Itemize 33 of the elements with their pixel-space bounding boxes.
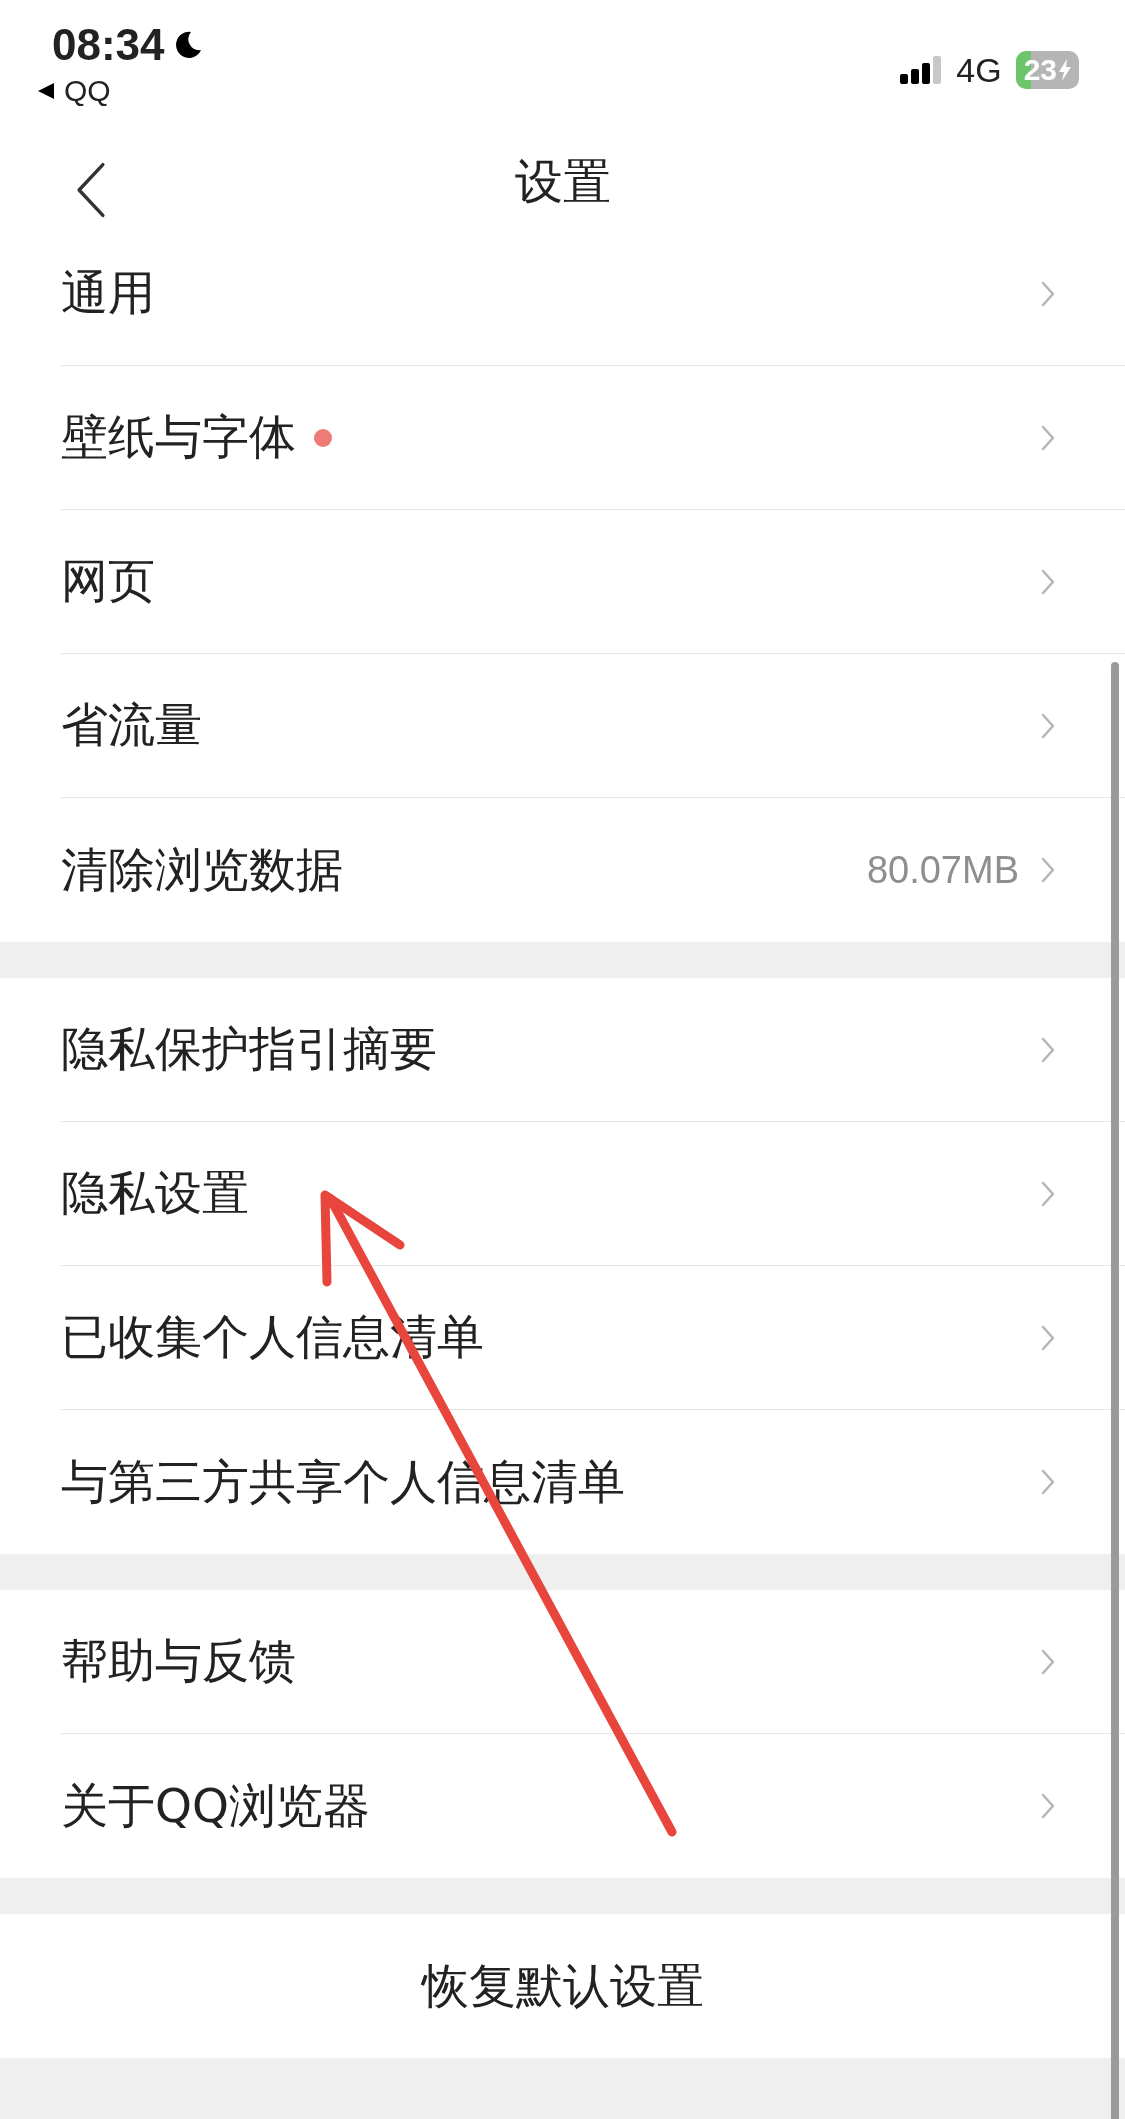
row-label: 隐私设置: [61, 1164, 249, 1222]
row-label: 隐私保护指引摘要: [61, 1020, 437, 1078]
settings-row[interactable]: 关于QQ浏览器: [61, 1734, 1125, 1878]
row-label: 帮助与反馈: [61, 1632, 296, 1690]
settings-row[interactable]: 通用: [61, 222, 1125, 366]
chevron-icon: [1041, 1469, 1055, 1495]
chevron-icon: [1041, 1648, 1055, 1675]
page-title: 设置: [514, 152, 611, 211]
settings-row[interactable]: 清除浏览数据 80.07MB: [61, 798, 1125, 942]
chevron-icon: [1041, 1793, 1055, 1819]
chevron-icon: [1041, 1036, 1055, 1063]
row-label: 清除浏览数据: [61, 840, 343, 899]
chevron-icon: [1041, 712, 1055, 739]
restore-defaults-button[interactable]: 恢复默认设置: [0, 1914, 1125, 2058]
status-time: 08:34: [52, 20, 165, 70]
row-label: 通用: [61, 264, 155, 322]
row-label: 网页: [61, 552, 155, 610]
chevron-icon: [1041, 857, 1055, 883]
chevron-icon: [1041, 280, 1055, 307]
settings-row[interactable]: 壁纸与字体: [61, 366, 1125, 510]
chevron-icon: [1041, 1180, 1055, 1207]
back-to-app-link[interactable]: QQ: [36, 74, 203, 108]
chevron-icon: [1041, 1324, 1055, 1351]
row-label: 关于QQ浏览器: [61, 1776, 370, 1835]
network-label: 4G: [956, 50, 1002, 90]
signal-icon: [900, 56, 943, 84]
back-triangle-icon: [36, 81, 56, 101]
settings-row[interactable]: 网页: [61, 510, 1125, 654]
chevron-icon: [1041, 568, 1055, 595]
row-label: 省流量: [61, 696, 202, 754]
row-label: 壁纸与字体: [61, 408, 296, 466]
chevron-icon: [1041, 424, 1055, 451]
row-value: 80.07MB: [866, 848, 1019, 892]
